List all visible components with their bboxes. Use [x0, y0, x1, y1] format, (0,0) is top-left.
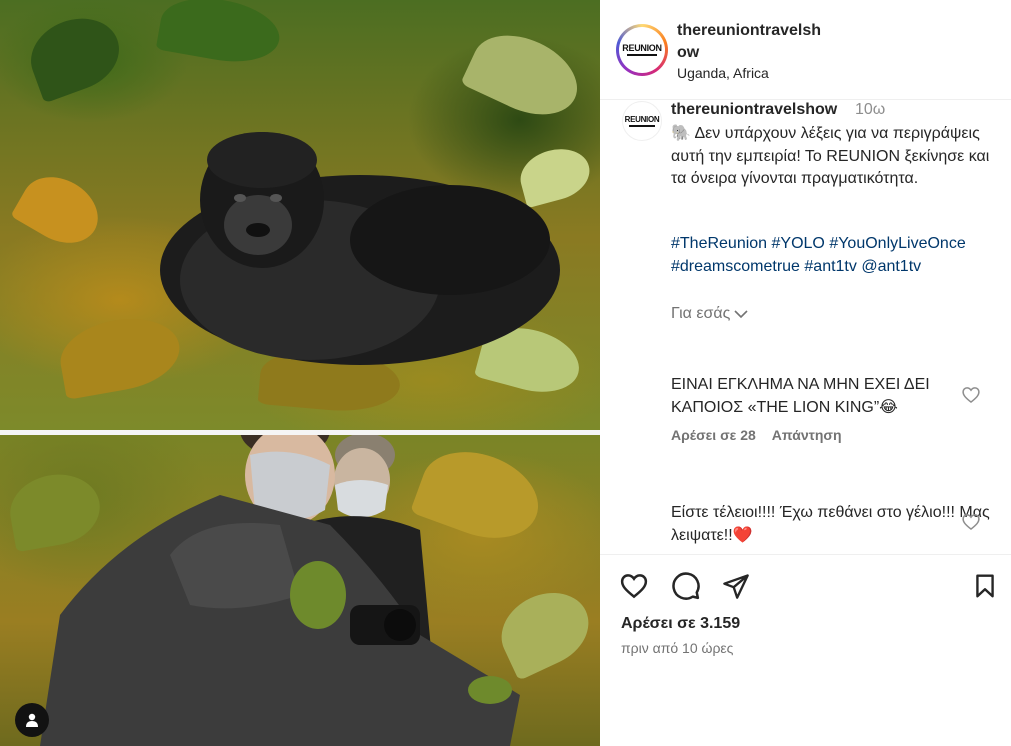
comment-text: ΕΙΝΑΙ ΕΓΚΛΗΜΑ ΝΑ ΜΗΝ ΕΧΕΙ ΔΕΙ ΚΑΠΟΙΟΣ «T… [671, 376, 930, 416]
post-actions: Αρέσει σε 3.159 πριν από 10 ώρες [600, 554, 1011, 746]
commenter-avatar[interactable] [622, 351, 662, 391]
post-timestamp[interactable]: πριν από 10 ώρες [621, 640, 733, 656]
comment-text: Είστε τέλειοι!!!! Έχω πεθάνει στο γέλιο!… [671, 504, 990, 544]
caption-text: 🐘 Δεν υπάρχουν λέξεις για να περιγράψεις… [671, 125, 990, 187]
commenter-avatar[interactable] [622, 479, 662, 519]
translation-label[interactable]: Για εσάς [671, 305, 730, 323]
translation-toggle[interactable]: Για εσάς [671, 305, 748, 323]
paper-plane-icon [723, 574, 749, 599]
comment-bubble-icon [672, 572, 700, 600]
comment-item: Είστε τέλειοι!!!! Έχω πεθάνει στο γέλιο!… [671, 501, 991, 547]
comment-like-button[interactable] [961, 385, 985, 409]
user-tag-button[interactable] [15, 703, 49, 737]
share-button[interactable] [719, 569, 753, 603]
caption-hashtags[interactable]: #TheReunion #YOLO #YouOnlyLiveOnce #drea… [671, 233, 991, 278]
comment-likes[interactable]: Αρέσει σε 28 [671, 427, 756, 443]
gorilla-figure [160, 132, 560, 365]
account-avatar[interactable]: REUNION [616, 24, 668, 76]
post-sidebar: REUNION thereuniontravelsh ow Uganda, Af… [600, 0, 1011, 746]
comments-scrollbar[interactable] [1000, 101, 1011, 553]
bookmark-icon [976, 574, 994, 598]
caption-avatar[interactable]: REUNION [622, 101, 662, 141]
heart-outline-icon [962, 387, 980, 404]
chevron-down-icon [734, 310, 748, 319]
heart-outline-icon [620, 574, 648, 599]
comments-list: REUNION thereuniontravelshow 10ω 🐘 Δεν υ… [600, 101, 1000, 553]
like-button[interactable] [617, 569, 651, 603]
comment-reply-button[interactable]: Απάντηση [772, 427, 842, 443]
comment-item: ΕΙΝΑΙ ΕΓΚΛΗΜΑ ΝΑ ΜΗΝ ΕΧΕΙ ΔΕΙ ΚΑΠΟΙΟΣ «T… [671, 373, 991, 443]
account-username-line2[interactable]: ow [677, 44, 699, 61]
caption-avatar-logo-text: REUNION [624, 114, 660, 124]
selfie-photo [0, 435, 600, 746]
caption-username[interactable]: thereuniontravelshow [671, 101, 837, 119]
location-link[interactable]: Uganda, Africa [677, 65, 769, 81]
heart-outline-icon [962, 514, 980, 531]
post-image[interactable] [0, 0, 600, 746]
comment-like-button[interactable] [961, 512, 985, 536]
account-username[interactable]: thereuniontravelsh ow [677, 20, 847, 64]
post-header: REUNION thereuniontravelsh ow Uganda, Af… [600, 0, 1011, 100]
hikers-figure [40, 435, 520, 746]
comment-button[interactable] [669, 569, 703, 603]
likes-count[interactable]: Αρέσει σε 3.159 [621, 615, 740, 633]
gorilla-photo [0, 0, 600, 430]
save-button[interactable] [968, 569, 1002, 603]
avatar-logo-text: REUNION [622, 43, 662, 53]
caption-time[interactable]: 10ω [855, 101, 885, 119]
person-icon [26, 713, 38, 727]
account-username-line1[interactable]: thereuniontravelsh [677, 22, 821, 39]
